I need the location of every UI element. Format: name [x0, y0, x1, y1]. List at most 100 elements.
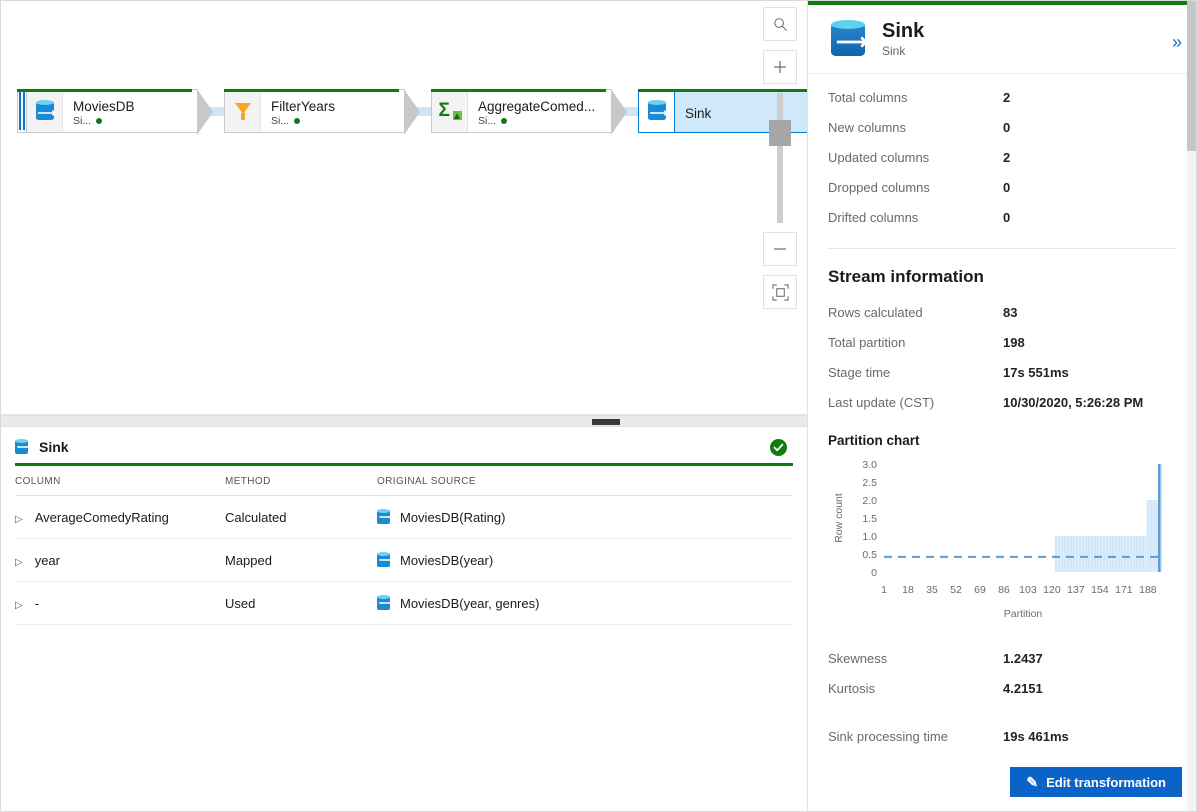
- node-status-bar: [638, 89, 807, 92]
- canvas-zoom-toolbar[interactable]: [763, 7, 797, 318]
- expand-row-icon[interactable]: ▷: [15, 557, 23, 568]
- svg-text:2.0: 2.0: [862, 495, 877, 507]
- node-subtitle-text: Si...: [478, 114, 497, 127]
- node-body[interactable]: FilterYears Si...: [260, 89, 420, 135]
- stat-label: Total columns: [828, 89, 908, 105]
- stat-row: Drifted columns 0: [828, 202, 1176, 232]
- details-scrollbar-thumb[interactable]: [1187, 1, 1196, 151]
- cell-column: AverageComedyRating: [34, 509, 169, 525]
- header-original-source: ORIGINAL SOURCE: [377, 466, 793, 496]
- details-body: Total columns 2 New columns 0 Updated co…: [808, 74, 1196, 757]
- cell-method: Used: [225, 581, 377, 625]
- expand-row-icon[interactable]: ▷: [15, 600, 23, 611]
- table-row[interactable]: ▷ year Mapped ⟶ MoviesDB(year): [15, 538, 793, 582]
- fit-to-screen-icon[interactable]: [763, 275, 797, 309]
- edit-transformation-button[interactable]: ✎ Edit transformation: [1010, 767, 1182, 797]
- stream-information-heading: Stream information: [828, 267, 984, 286]
- stream-value: 198: [1003, 334, 1025, 350]
- details-title: Sink: [882, 20, 925, 42]
- stat-value: 0: [1003, 209, 1011, 225]
- expand-row-icon[interactable]: ▷: [15, 514, 23, 525]
- stat-value: 2: [1003, 89, 1011, 105]
- pencil-icon: ✎: [1026, 773, 1039, 790]
- distribution-row: Skewness 1.2437: [828, 643, 1176, 673]
- partition-chart: 0 0.5 1.0 1.5 2.0 2.5 3.0 Row count 1 18 35 52 69 86 1…: [828, 454, 1173, 629]
- splitter-grip-handle[interactable]: [592, 419, 620, 425]
- svg-text:1.0: 1.0: [862, 531, 877, 543]
- node-subtitle-text: Si...: [271, 114, 290, 127]
- sigma-aggregate-icon: Σ: [431, 89, 467, 133]
- node-body[interactable]: AggregateComed... Si...: [467, 89, 627, 135]
- search-icon[interactable]: [763, 7, 797, 41]
- zoom-out-button[interactable]: [763, 232, 797, 266]
- svg-text:154: 154: [1091, 584, 1109, 596]
- database-source-icon: ⟶: [377, 552, 393, 568]
- svg-text:0.5: 0.5: [862, 549, 877, 561]
- flow-node-filteryears[interactable]: FilterYears Si...: [224, 89, 420, 135]
- flow-node-moviesdb[interactable]: ⟶ MoviesDB Si...: [17, 89, 213, 135]
- inspect-panel-title: Sink: [39, 439, 69, 455]
- table-row[interactable]: ▷ AverageComedyRating Calculated ⟶ Movies…: [15, 495, 793, 539]
- details-footer: ✎ Edit transformation: [808, 757, 1196, 811]
- zoom-in-button[interactable]: [763, 50, 797, 84]
- cell-original-source: MoviesDB(year): [400, 552, 494, 568]
- zoom-slider[interactable]: [763, 93, 797, 223]
- node-chevron-icon: [197, 89, 213, 135]
- stat-value: 2: [1003, 149, 1011, 165]
- stat-label: Dropped columns: [828, 179, 930, 195]
- source-accent-bars: [17, 89, 26, 133]
- data-flow-canvas[interactable]: ⟶ MoviesDB Si... FilterYears Si... Σ Agg…: [1, 1, 807, 415]
- svg-text:Row count: Row count: [833, 493, 845, 543]
- stream-label: Stage time: [828, 364, 891, 380]
- header-method: METHOD: [225, 466, 377, 496]
- node-status-bar: [17, 89, 192, 92]
- columns-table: COLUMN METHOD ORIGINAL SOURCE ▷ AverageCo…: [15, 466, 793, 625]
- processing-label: Sink processing time: [828, 728, 948, 744]
- zoom-slider-rail: [777, 93, 783, 223]
- flow-node-aggregatecomedy[interactable]: Σ AggregateComed... Si...: [431, 89, 627, 135]
- database-sink-icon: ⟶: [15, 439, 31, 455]
- stream-value: 17s 551ms: [1003, 364, 1069, 380]
- node-title: AggregateComed...: [478, 98, 596, 114]
- stat-label: Updated columns: [828, 149, 930, 165]
- table-header-row: COLUMN METHOD ORIGINAL SOURCE: [15, 466, 793, 496]
- distribution-label: Kurtosis: [828, 680, 875, 696]
- stream-row: Stage time 17s 551ms: [828, 357, 1176, 387]
- cell-method: Mapped: [225, 538, 377, 582]
- zoom-slider-handle[interactable]: [769, 120, 791, 146]
- svg-text:1.5: 1.5: [862, 513, 877, 525]
- stream-row: Total partition 198: [828, 327, 1176, 357]
- stream-label: Rows calculated: [828, 304, 923, 320]
- collapse-panel-icon[interactable]: »: [1172, 33, 1182, 51]
- stat-row: Dropped columns 0: [828, 172, 1176, 202]
- stream-label: Last update (CST): [828, 394, 935, 410]
- node-body[interactable]: MoviesDB Si...: [62, 89, 213, 135]
- node-status-dot-icon: [501, 118, 508, 124]
- details-scrollbar[interactable]: [1187, 1, 1196, 811]
- distribution-row: Kurtosis 4.2151: [828, 673, 1176, 703]
- node-status-bar: [431, 89, 606, 92]
- svg-text:3.0: 3.0: [862, 459, 877, 471]
- processing-value: 19s 461ms: [1003, 728, 1069, 744]
- cell-method: Calculated: [225, 495, 377, 539]
- svg-text:Partition: Partition: [1004, 608, 1043, 620]
- svg-text:188: 188: [1139, 584, 1157, 596]
- details-subtitle: Sink: [882, 44, 906, 58]
- stream-value: 10/30/2020, 5:26:28 PM: [1003, 394, 1144, 410]
- panel-splitter[interactable]: [1, 415, 807, 427]
- node-title: MoviesDB: [73, 98, 135, 114]
- node-chevron-icon: [611, 89, 627, 135]
- node-title: FilterYears: [271, 98, 336, 114]
- table-row[interactable]: ▷ - Used ⟶ MoviesDB(year, genres): [15, 581, 793, 625]
- node-subtitle-text: Si...: [73, 114, 92, 127]
- node-status-dot-icon: [294, 118, 301, 124]
- database-source-icon: ⟶: [377, 509, 393, 525]
- distribution-label: Skewness: [828, 650, 888, 666]
- svg-text:137: 137: [1067, 584, 1085, 596]
- stat-row: Total columns 2: [828, 82, 1176, 112]
- partition-chart-svg: 0 0.5 1.0 1.5 2.0 2.5 3.0 Row count 1 18 35 52 69 86 1…: [833, 459, 1162, 620]
- cell-original-source: MoviesDB(year, genres): [400, 595, 540, 611]
- inspect-panel-header: ⟶ Sink: [1, 427, 807, 463]
- svg-text:18: 18: [902, 584, 914, 596]
- svg-text:171: 171: [1115, 584, 1133, 596]
